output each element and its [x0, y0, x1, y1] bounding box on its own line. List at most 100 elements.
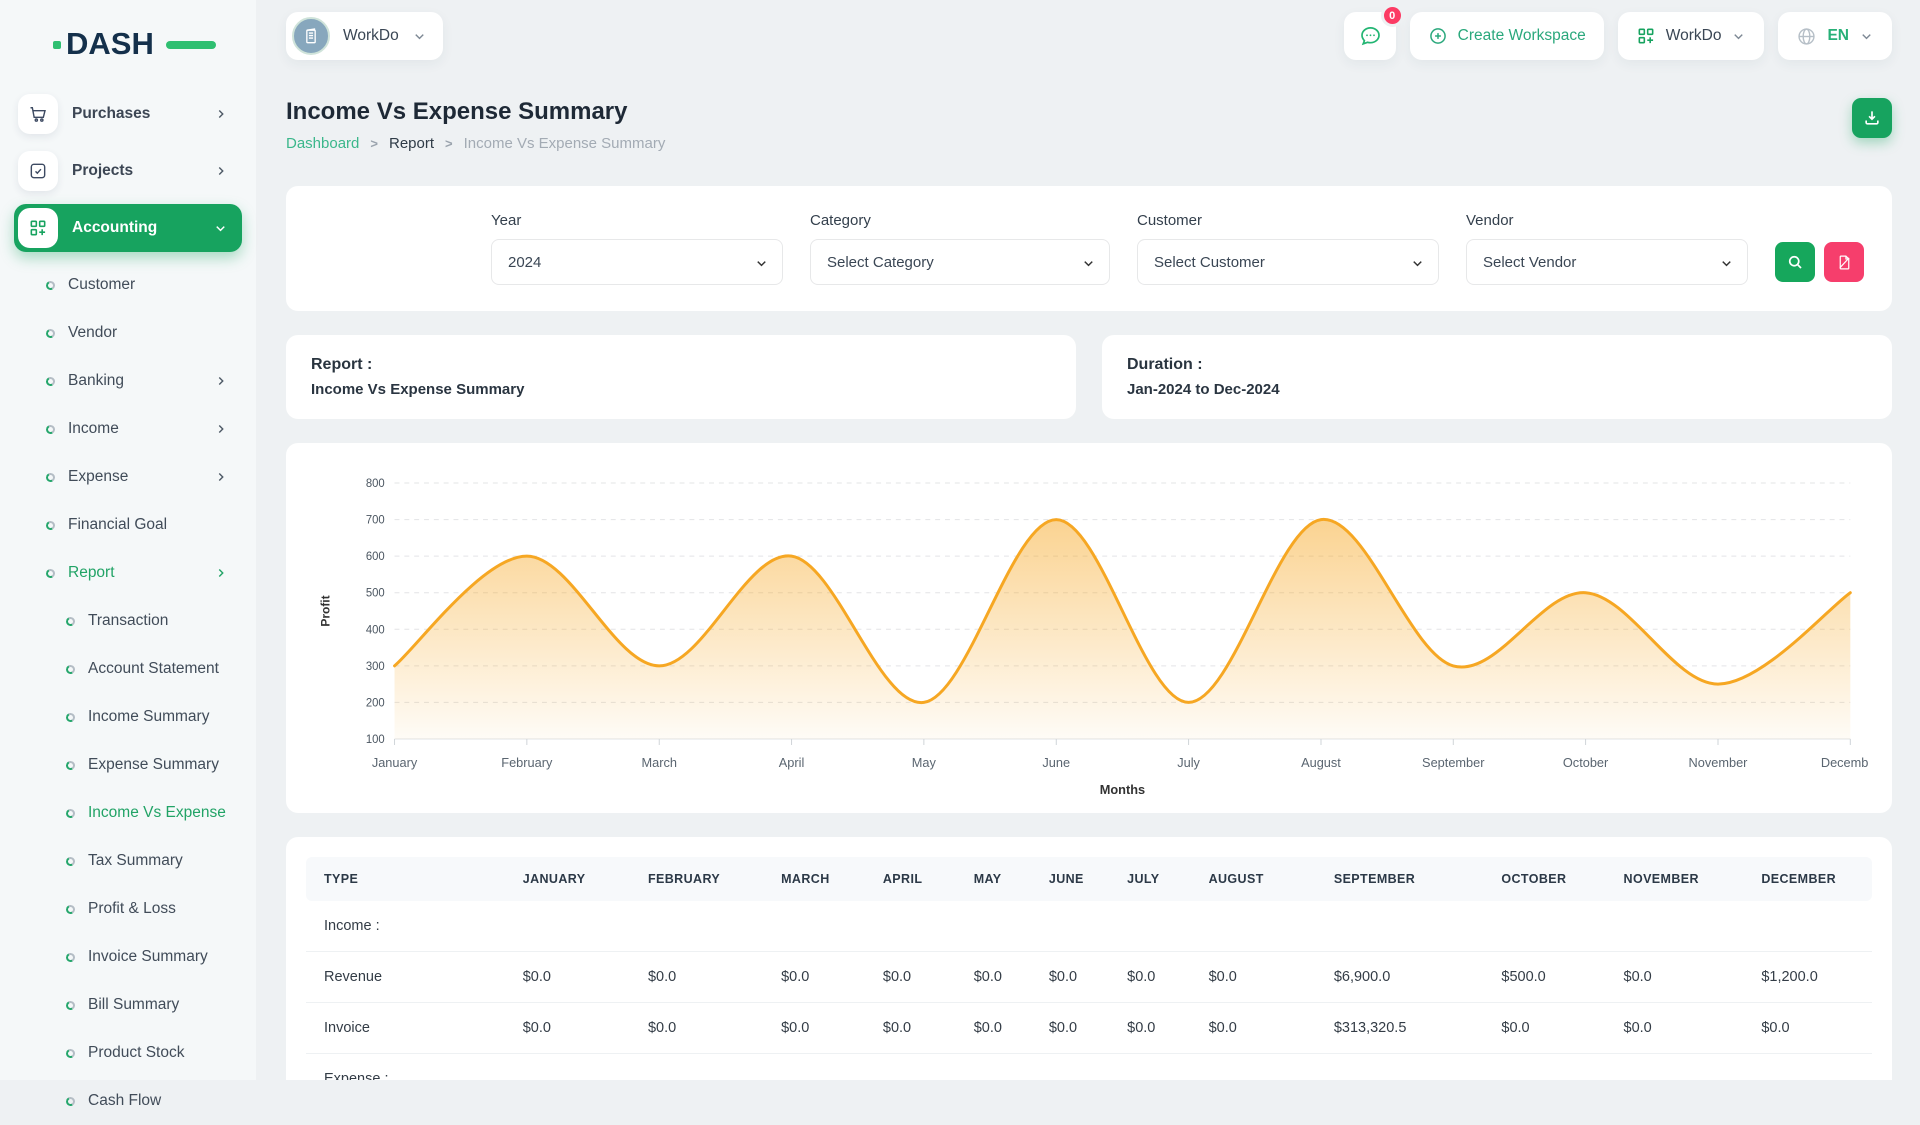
- sidebar-item-accounting[interactable]: Accounting: [14, 204, 242, 252]
- breadcrumb-dashboard[interactable]: Dashboard: [286, 135, 359, 152]
- sidebar-item-label: Customer: [68, 276, 228, 294]
- sidebar-item-cash-flow[interactable]: Cash Flow: [14, 1077, 242, 1125]
- create-workspace-label: Create Workspace: [1458, 27, 1586, 45]
- sidebar-item-income-summary[interactable]: Income Summary: [14, 693, 242, 741]
- workspace-menu-button[interactable]: WorkDo: [1618, 12, 1765, 60]
- sidebar-item-label: Accounting: [72, 219, 213, 237]
- cell: $0.0: [638, 952, 771, 1003]
- circle-bullet-icon: [45, 471, 56, 482]
- chevron-down-icon: [412, 29, 427, 44]
- summary-card-title: Duration :: [1127, 356, 1867, 374]
- svg-text:800: 800: [366, 478, 385, 490]
- sidebar-item-projects[interactable]: Projects: [14, 147, 242, 195]
- sidebar-item-label: Financial Goal: [68, 516, 228, 534]
- category-filter: CategorySelect Category: [810, 212, 1110, 285]
- chevron-down-icon: [1081, 256, 1096, 271]
- sidebar-item-financial-goal[interactable]: Financial Goal: [14, 501, 242, 549]
- svg-text:Profit: Profit: [319, 595, 333, 626]
- table-body: Income :Revenue$0.0$0.0$0.0$0.0$0.0$0.0$…: [306, 901, 1872, 1080]
- sidebar-item-bill-summary[interactable]: Bill Summary: [14, 981, 242, 1029]
- column-header-march: MARCH: [771, 857, 873, 901]
- sidebar-item-tax-summary[interactable]: Tax Summary: [14, 837, 242, 885]
- svg-text:Months: Months: [1100, 782, 1145, 797]
- column-header-type: TYPE: [306, 857, 513, 901]
- sidebar-item-product-stock[interactable]: Product Stock: [14, 1029, 242, 1077]
- sidebar-item-label: Vendor: [68, 324, 228, 342]
- section-label: Expense :: [306, 1054, 1872, 1081]
- report-table-card: TYPEJANUARYFEBRUARYMARCHAPRILMAYJUNEJULY…: [286, 837, 1892, 1080]
- cell: $0.0: [873, 1003, 964, 1054]
- svg-text:November: November: [1689, 755, 1749, 770]
- row-type: Revenue: [306, 952, 513, 1003]
- circle-bullet-icon: [65, 759, 76, 770]
- svg-text:300: 300: [366, 661, 385, 673]
- svg-text:200: 200: [366, 697, 385, 709]
- sidebar-item-customer[interactable]: Customer: [14, 261, 242, 309]
- vendor-select[interactable]: Select Vendor: [1466, 239, 1748, 285]
- sidebar-item-banking[interactable]: Banking: [14, 357, 242, 405]
- filter-label: Vendor: [1466, 212, 1748, 229]
- search-button[interactable]: [1775, 242, 1815, 282]
- sidebar-item-label: Transaction: [88, 612, 228, 630]
- cell: $6,900.0: [1324, 952, 1492, 1003]
- column-header-august: AUGUST: [1199, 857, 1324, 901]
- report-card: Report :Income Vs Expense Summary: [286, 335, 1076, 419]
- sidebar-item-income-vs-expense[interactable]: Income Vs Expense: [14, 789, 242, 837]
- sidebar-item-report[interactable]: Report: [14, 549, 242, 597]
- sidebar-item-expense-summary[interactable]: Expense Summary: [14, 741, 242, 789]
- breadcrumb-separator: >: [445, 136, 453, 151]
- cell: $0.0: [964, 952, 1039, 1003]
- grid-plus-icon: [18, 208, 58, 248]
- column-header-february: FEBRUARY: [638, 857, 771, 901]
- year-select[interactable]: 2024: [491, 239, 783, 285]
- header-actions: 0 Create Workspace WorkDo EN: [1344, 12, 1892, 60]
- chevron-right-icon: [214, 374, 228, 388]
- area-chart-svg: 100200300400500600700800JanuaryFebruaryM…: [310, 469, 1868, 799]
- svg-text:500: 500: [366, 588, 385, 600]
- language-selector[interactable]: EN: [1778, 12, 1892, 60]
- svg-text:600: 600: [366, 551, 385, 563]
- customer-select[interactable]: Select Customer: [1137, 239, 1439, 285]
- download-button[interactable]: [1852, 98, 1892, 138]
- summary-cards-row: Report :Income Vs Expense Summary Duratio…: [286, 335, 1892, 419]
- svg-text:February: February: [501, 755, 553, 770]
- sidebar-item-invoice-summary[interactable]: Invoice Summary: [14, 933, 242, 981]
- reset-button[interactable]: [1824, 242, 1864, 282]
- section-row-expense: Expense :: [306, 1054, 1872, 1081]
- logo-text: DASH: [66, 26, 154, 61]
- sidebar-item-vendor[interactable]: Vendor: [14, 309, 242, 357]
- language-label: EN: [1827, 27, 1849, 45]
- vendor-filter: Vendor Select Vendor: [1466, 212, 1748, 285]
- sidebar-item-expense[interactable]: Expense: [14, 453, 242, 501]
- column-header-july: JULY: [1117, 857, 1198, 901]
- sidebar-item-account-statement[interactable]: Account Statement: [14, 645, 242, 693]
- category-select[interactable]: Select Category: [810, 239, 1110, 285]
- circle-bullet-icon: [45, 279, 56, 290]
- sidebar-item-label: Income: [68, 420, 214, 438]
- svg-text:May: May: [912, 755, 937, 770]
- cell: $313,320.5: [1324, 1003, 1492, 1054]
- chevron-right-icon: [214, 107, 228, 121]
- section-label: Income :: [306, 901, 1872, 952]
- chart-card: 100200300400500600700800JanuaryFebruaryM…: [286, 443, 1892, 813]
- column-header-april: APRIL: [873, 857, 964, 901]
- sidebar-item-transaction[interactable]: Transaction: [14, 597, 242, 645]
- breadcrumb-report[interactable]: Report: [389, 135, 434, 152]
- year-filter: Year2024: [491, 212, 783, 285]
- sidebar-item-profit-loss[interactable]: Profit & Loss: [14, 885, 242, 933]
- svg-text:July: July: [1177, 755, 1200, 770]
- svg-text:100: 100: [366, 734, 385, 746]
- select-value: 2024: [508, 254, 541, 271]
- logo-dash-icon: [166, 41, 216, 49]
- cell: $0.0: [1117, 1003, 1198, 1054]
- circle-bullet-icon: [65, 663, 76, 674]
- messages-button[interactable]: 0: [1344, 12, 1396, 60]
- table-row-invoice: Invoice$0.0$0.0$0.0$0.0$0.0$0.0$0.0$0.0$…: [306, 1003, 1872, 1054]
- circle-bullet-icon: [45, 567, 56, 578]
- app-logo[interactable]: DASH: [66, 26, 196, 62]
- summary-card-value: Jan-2024 to Dec-2024: [1127, 381, 1867, 398]
- create-workspace-button[interactable]: Create Workspace: [1410, 12, 1604, 60]
- sidebar-item-purchases[interactable]: Purchases: [14, 90, 242, 138]
- sidebar-item-income[interactable]: Income: [14, 405, 242, 453]
- workspace-switcher[interactable]: WorkDo: [286, 12, 443, 60]
